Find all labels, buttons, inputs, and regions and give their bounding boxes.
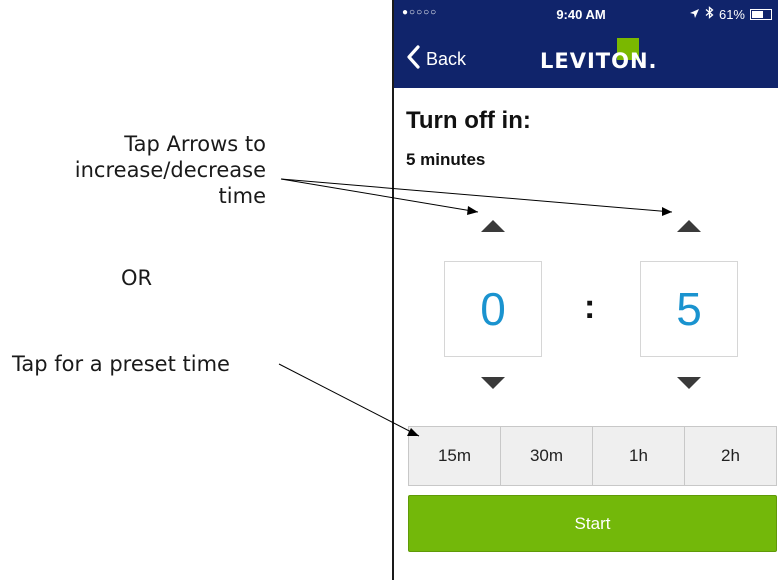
chevron-left-icon (406, 45, 420, 74)
battery-percent: 61% (718, 6, 745, 22)
preset-1h-button[interactable]: 1h (592, 427, 684, 485)
status-right: 61% (689, 6, 772, 22)
minutes-increase-button[interactable] (674, 216, 704, 236)
hours-decrease-button[interactable] (478, 373, 508, 393)
arrow-down-icon (677, 377, 701, 389)
hours-increase-button[interactable] (478, 216, 508, 236)
leviton-logo: LEVITON. (540, 38, 658, 73)
phone-screen: ●○○○○ 9:40 AM 61% Back LEVITON. Turn off… (392, 0, 778, 580)
start-button[interactable]: Start (408, 495, 777, 552)
arrow-down-icon (481, 377, 505, 389)
location-icon (689, 7, 700, 22)
battery-icon (750, 8, 772, 20)
back-button[interactable]: Back (406, 45, 466, 74)
time-separator: : (584, 288, 596, 326)
arrow-up-icon (481, 220, 505, 232)
annotation-line: Tap Arrows to (124, 132, 266, 156)
minutes-value: 5 (640, 261, 738, 357)
page-title: Turn off in: (406, 107, 531, 134)
annotation-line: time (218, 184, 266, 208)
bluetooth-icon (705, 6, 714, 22)
arrow-up-icon (677, 220, 701, 232)
hours-value: 0 (444, 261, 542, 357)
minutes-decrease-button[interactable] (674, 373, 704, 393)
annotation-or: OR (121, 266, 153, 290)
annotation-preset: Tap for a preset time (12, 352, 230, 376)
status-bar: ●○○○○ 9:40 AM 61% (394, 0, 778, 28)
annotation-line: increase/decrease (74, 158, 266, 182)
preset-segmented-control: 15m 30m 1h 2h (408, 426, 777, 486)
annotation-tap-arrows: Tap Arrows to increase/decrease time (0, 131, 266, 209)
preset-30m-button[interactable]: 30m (500, 427, 592, 485)
time-summary: 5 minutes (406, 150, 486, 169)
preset-15m-button[interactable]: 15m (409, 427, 500, 485)
preset-2h-button[interactable]: 2h (684, 427, 776, 485)
back-label: Back (426, 49, 467, 69)
nav-bar: Back LEVITON. (394, 28, 778, 88)
